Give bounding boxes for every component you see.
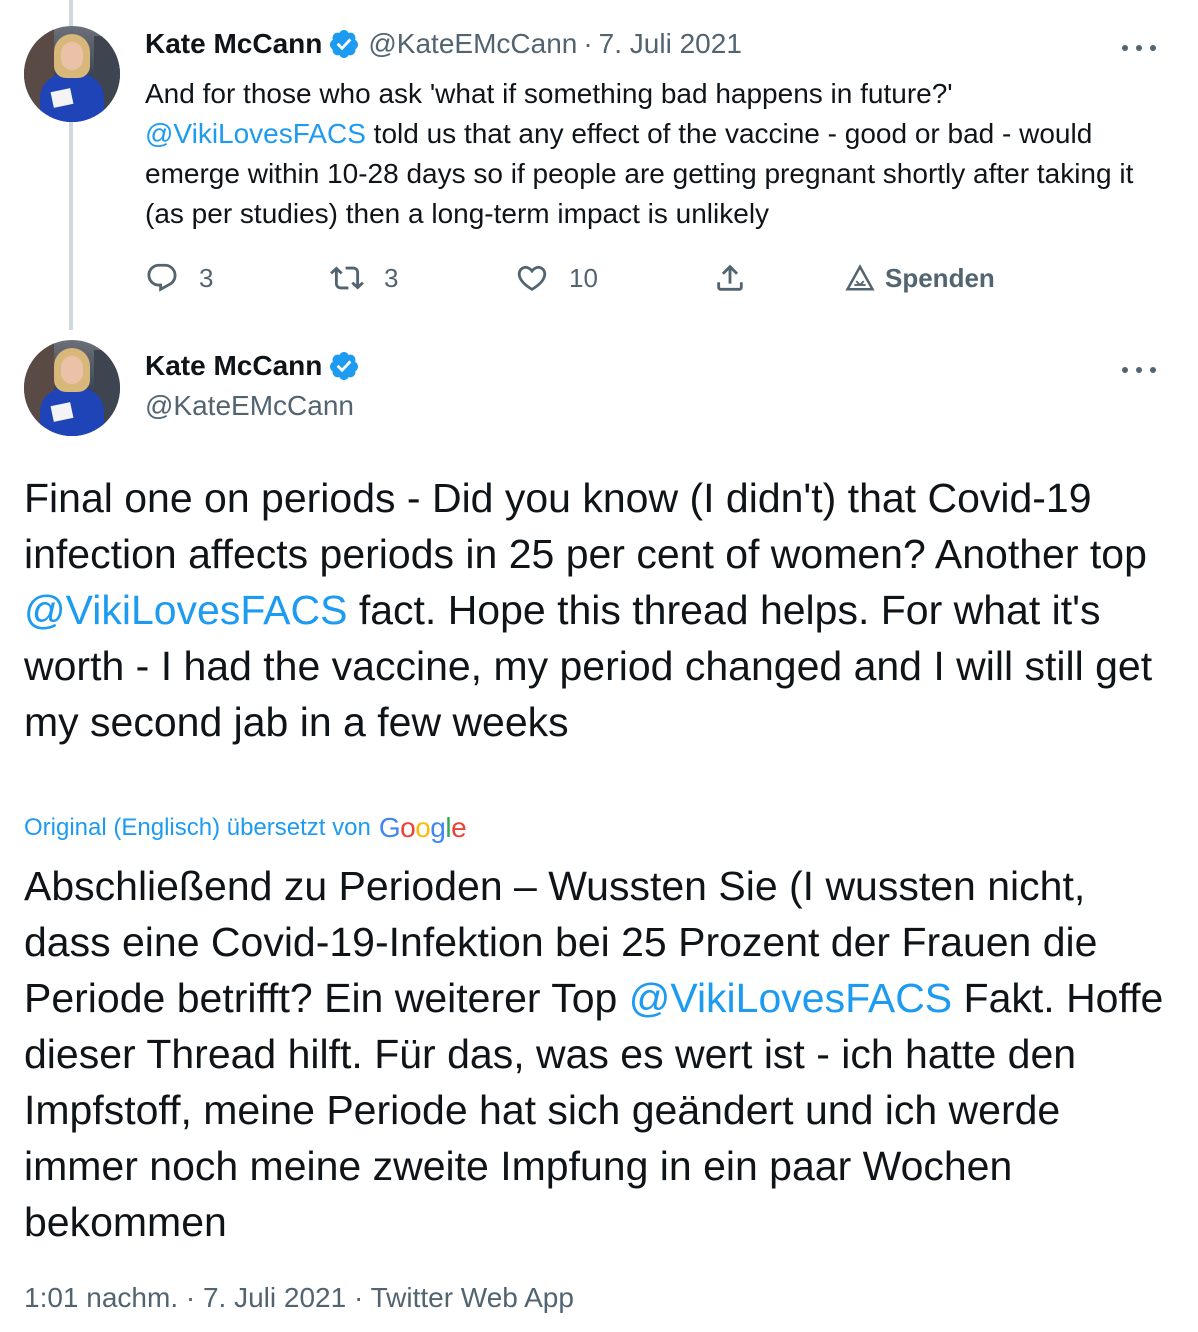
avatar[interactable] — [24, 340, 120, 436]
reply-count: 3 — [199, 262, 214, 293]
google-logo: Google — [378, 812, 467, 843]
reply-icon — [147, 263, 177, 292]
avatar[interactable] — [24, 26, 120, 122]
separator: · — [583, 28, 593, 59]
more-icon[interactable] — [1122, 364, 1156, 376]
author-name[interactable]: Kate McCann — [145, 28, 322, 60]
main-tweet-author: Kate McCann — [145, 350, 360, 382]
translation-label: Original (Englisch) übersetzt von — [24, 814, 371, 841]
retweet-count: 3 — [384, 262, 399, 293]
retweet-button[interactable]: 3 — [330, 256, 398, 300]
mention-link[interactable]: @VikiLovesFACS — [629, 975, 952, 1021]
share-icon — [717, 264, 743, 291]
author-name[interactable]: Kate McCann — [145, 350, 322, 382]
author-handle[interactable]: @KateEMcCann — [145, 390, 354, 422]
donate-label: Spenden — [885, 262, 995, 293]
reply-tweet-text: And for those who ask 'what if something… — [145, 74, 1145, 234]
like-button[interactable]: 10 — [515, 256, 598, 300]
mention-link[interactable]: @VikiLovesFACS — [24, 587, 347, 633]
mention-link[interactable]: @VikiLovesFACS — [145, 118, 366, 149]
donate-button[interactable]: Spenden — [845, 256, 995, 300]
tweet-date[interactable]: 7. Juli 2021 — [599, 28, 742, 60]
retweet-icon — [330, 266, 364, 290]
donate-icon — [845, 264, 875, 291]
author-handle[interactable]: @KateEMcCann — [368, 28, 577, 60]
verified-badge-icon — [330, 30, 359, 58]
reply-button[interactable]: 3 — [145, 256, 213, 300]
tweet-text-part: Final one on periods - Did you know (I d… — [24, 475, 1147, 577]
reply-text-part: And for those who ask 'what if something… — [145, 78, 953, 109]
tweet-timestamp[interactable]: 1:01 nachm. · 7. Juli 2021 · Twitter Web… — [24, 1282, 574, 1314]
main-tweet-handle-row: @KateEMcCann — [145, 390, 354, 422]
tweet-actions: 3 3 10 Spenden — [145, 256, 1025, 300]
share-button[interactable] — [713, 256, 747, 300]
like-icon — [517, 265, 547, 291]
translated-tweet-text: Abschließend zu Perioden – Wussten Sie (… — [24, 858, 1174, 1250]
translation-attribution[interactable]: Original (Englisch) übersetzt von Google — [24, 812, 467, 844]
verified-badge-icon — [330, 352, 359, 380]
more-icon[interactable] — [1122, 42, 1156, 54]
reply-tweet-header: Kate McCann @KateEMcCann · 7. Juli 2021 — [145, 28, 742, 60]
like-count: 10 — [569, 262, 598, 293]
main-tweet-text: Final one on periods - Did you know (I d… — [24, 470, 1174, 750]
